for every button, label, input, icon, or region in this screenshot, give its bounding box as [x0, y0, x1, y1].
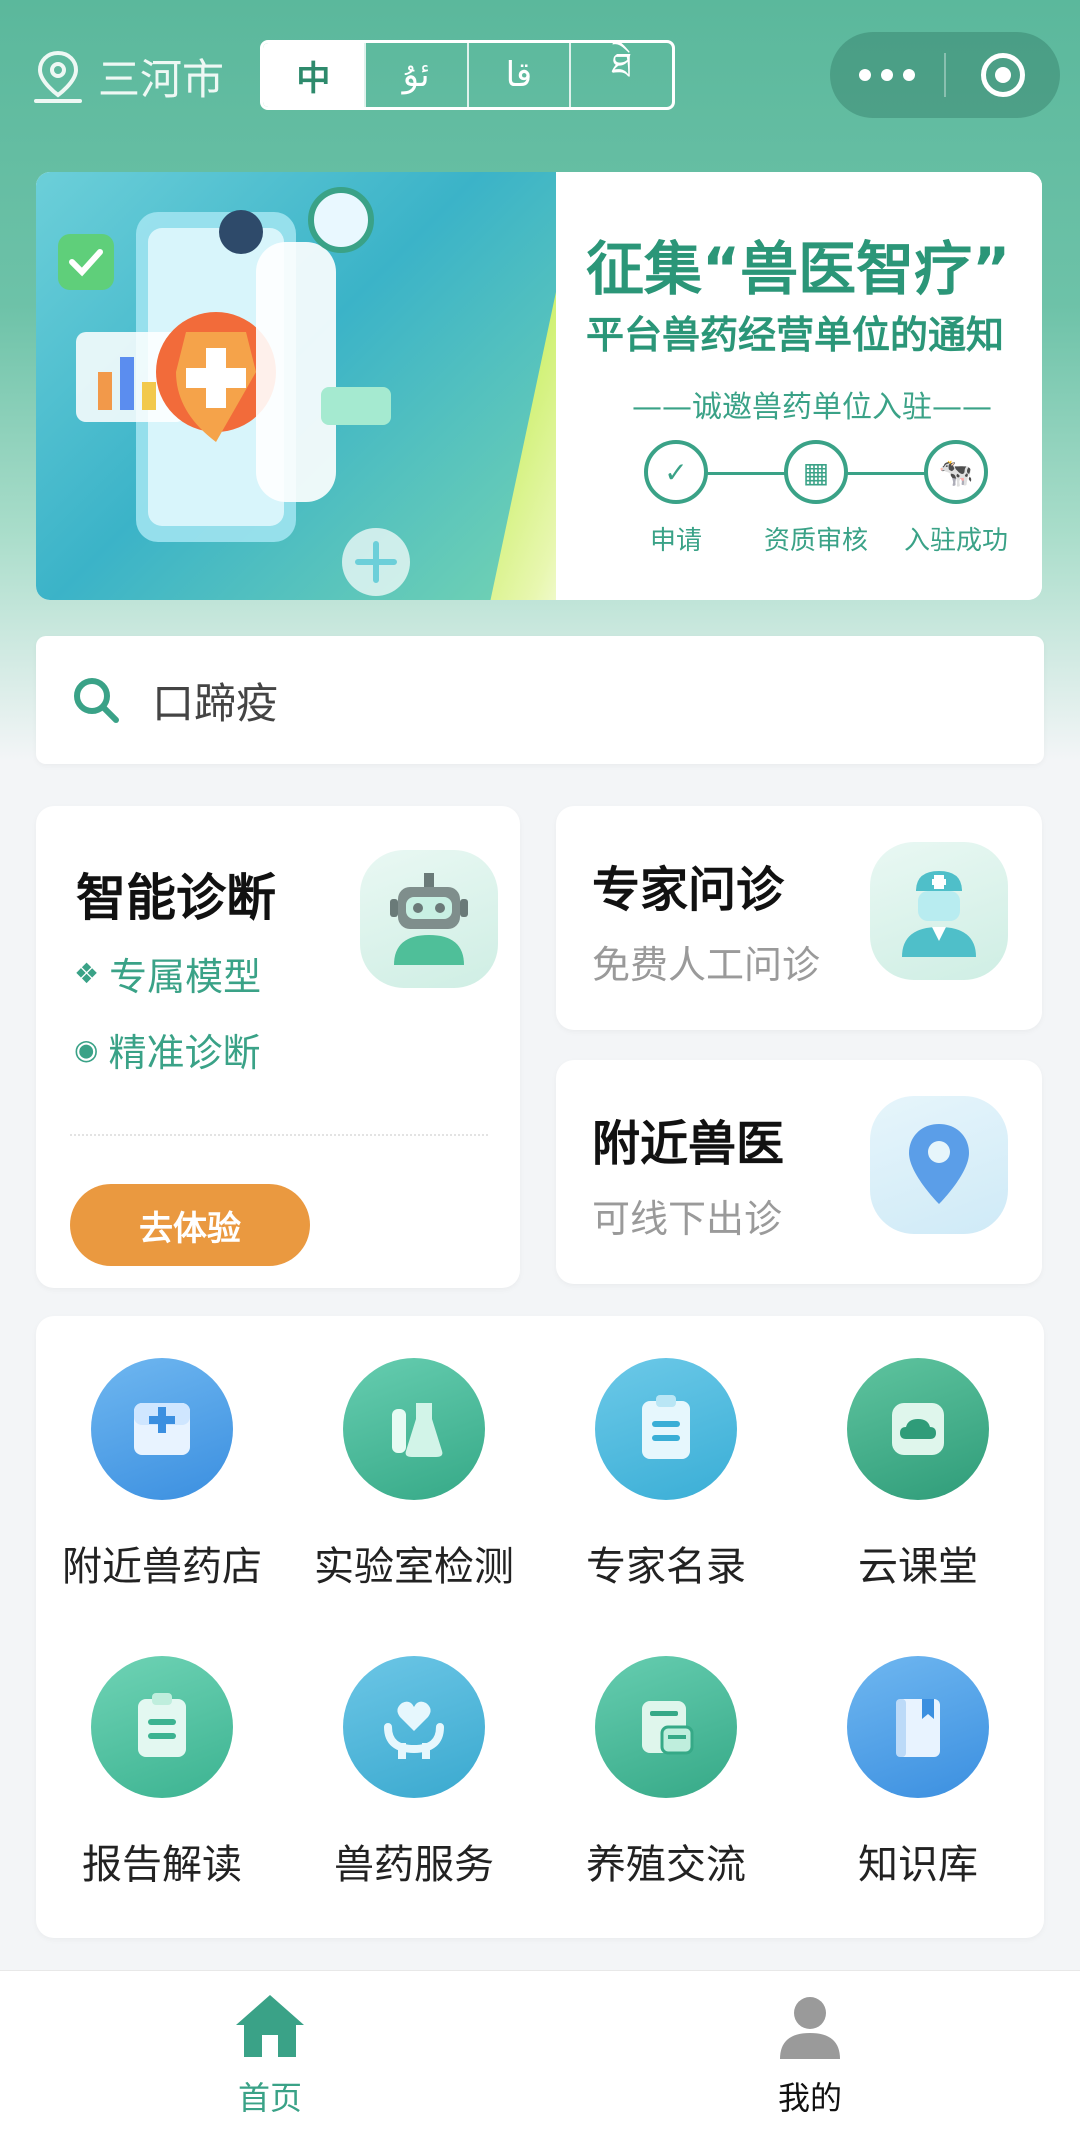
nearby-vet-title: 附近兽医 [592, 1116, 785, 1172]
top-bar: 三河市 中 ئۇ قا ཐེ [0, 0, 1080, 150]
service-cloud-class[interactable]: 云课堂 [792, 1358, 1044, 1592]
cubes-icon: ❖ [74, 957, 100, 990]
banner-title: 征集“兽医智疗” [586, 235, 1011, 303]
ai-feature-model: ❖ 专属模型 [74, 946, 261, 1001]
service-nearby-pharmacy[interactable]: 附近兽药店 [36, 1358, 288, 1592]
services-grid: 附近兽药店 实验室检测 专家名录 云课堂 报告解读 兽药服务 养殖交流 知识库 [36, 1316, 1044, 1938]
heart-hand-icon [343, 1656, 485, 1798]
tab-label: 首页 [237, 2079, 302, 2117]
doctor-avatar-icon [870, 842, 1008, 980]
map-pin-icon [870, 1096, 1008, 1234]
banner-illustration [36, 172, 596, 600]
step-label: 申请 [649, 526, 702, 556]
lang-tab-kazakh[interactable]: قا [466, 43, 570, 107]
nearby-vet-subtitle: 可线下出诊 [592, 1197, 783, 1241]
report-icon [91, 1656, 233, 1798]
clipboard-icon [595, 1358, 737, 1500]
card-divider [70, 1134, 488, 1136]
service-knowledge-base[interactable]: 知识库 [792, 1656, 1044, 1890]
chat-doc-icon [595, 1656, 737, 1798]
cloud-class-icon [847, 1358, 989, 1500]
nearby-vet-card[interactable]: 附近兽医 可线下出诊 [556, 1060, 1042, 1284]
service-expert-directory[interactable]: 专家名录 [540, 1358, 792, 1592]
service-breeding-exchange[interactable]: 养殖交流 [540, 1656, 792, 1890]
service-label: 养殖交流 [586, 1842, 746, 1888]
try-now-button[interactable]: 去体验 [70, 1184, 310, 1266]
banner-copy: 征集“兽医智疗” 平台兽药经营单位的通知 ——诚邀兽药单位入驻—— ✓ 申请 ▦… [556, 172, 1042, 600]
flask-icon [343, 1358, 485, 1500]
expert-consult-title: 专家问诊 [592, 862, 785, 918]
close-miniprogram-icon[interactable] [946, 53, 1060, 97]
service-report-reading[interactable]: 报告解读 [36, 1656, 288, 1890]
tab-home[interactable]: 首页 [170, 1991, 370, 2119]
step-apply: ✓ 申请 [606, 440, 746, 557]
ai-diagnosis-card[interactable]: 智能诊断 ❖ 专属模型 ◉ 精准诊断 去体验 [36, 806, 520, 1288]
lang-tab-chinese[interactable]: 中 [263, 43, 364, 107]
service-vet-medicine[interactable]: 兽药服务 [288, 1656, 540, 1890]
banner-subtitle: 平台兽药经营单位的通知 [586, 313, 1005, 357]
bottom-tab-bar: 首页 我的 [0, 1970, 1080, 2148]
promo-banner[interactable]: 征集“兽医智疗” 平台兽药经营单位的通知 ——诚邀兽药单位入驻—— ✓ 申请 ▦… [36, 172, 1042, 600]
search-input[interactable]: 口蹄疫 [152, 670, 278, 731]
step-review: ▦ 资质审核 [746, 440, 886, 557]
robot-icon [360, 850, 498, 988]
service-label: 云课堂 [858, 1544, 978, 1590]
location-pin-icon [34, 50, 82, 103]
service-label: 兽药服务 [334, 1842, 494, 1888]
search-bar[interactable]: 口蹄疫 [36, 636, 1044, 764]
home-icon [236, 1995, 304, 2057]
location-label: 三河市 [98, 55, 225, 104]
banner-steps: ✓ 申请 ▦ 资质审核 🐄 入驻成功 [606, 440, 1026, 570]
document-grid-icon: ▦ [784, 440, 848, 504]
service-label: 知识库 [858, 1842, 978, 1888]
target-icon: ◉ [74, 1033, 99, 1066]
medicine-box-icon [91, 1358, 233, 1500]
service-label: 实验室检测 [314, 1544, 514, 1590]
service-lab-testing[interactable]: 实验室检测 [288, 1358, 540, 1592]
ai-diagnosis-title: 智能诊断 [76, 869, 276, 927]
doctor-illustration [58, 187, 410, 596]
step-success: 🐄 入驻成功 [886, 440, 1026, 557]
lang-tab-tibetan[interactable]: ཐེ [569, 43, 672, 107]
service-label: 附近兽药店 [62, 1544, 262, 1590]
tab-mine[interactable]: 我的 [710, 1991, 910, 2119]
language-switcher: 中 ئۇ قا ཐེ [260, 40, 675, 110]
lang-tab-uyghur[interactable]: ئۇ [363, 43, 467, 107]
calendar-check-icon: ✓ [644, 440, 708, 504]
ai-feature-accurate: ◉ 精准诊断 [74, 1022, 260, 1077]
book-icon [847, 1656, 989, 1798]
miniprogram-capsule [830, 32, 1060, 118]
service-label: 专家名录 [586, 1544, 746, 1590]
tab-label: 我的 [777, 2079, 842, 2117]
location-selector[interactable]: 三河市 [32, 46, 224, 107]
user-icon [780, 1997, 840, 2059]
feature-label: 专属模型 [109, 955, 262, 999]
search-icon [74, 678, 119, 723]
expert-consult-subtitle: 免费人工问诊 [592, 943, 821, 987]
service-label: 报告解读 [82, 1842, 242, 1888]
banner-invite: ——诚邀兽药单位入驻—— [632, 390, 992, 425]
more-menu-icon[interactable] [830, 69, 944, 81]
step-label: 入驻成功 [903, 526, 1008, 556]
step-label: 资质审核 [763, 526, 868, 556]
feature-label: 精准诊断 [108, 1031, 261, 1075]
cow-icon: 🐄 [924, 440, 988, 504]
expert-consult-card[interactable]: 专家问诊 免费人工问诊 [556, 806, 1042, 1030]
